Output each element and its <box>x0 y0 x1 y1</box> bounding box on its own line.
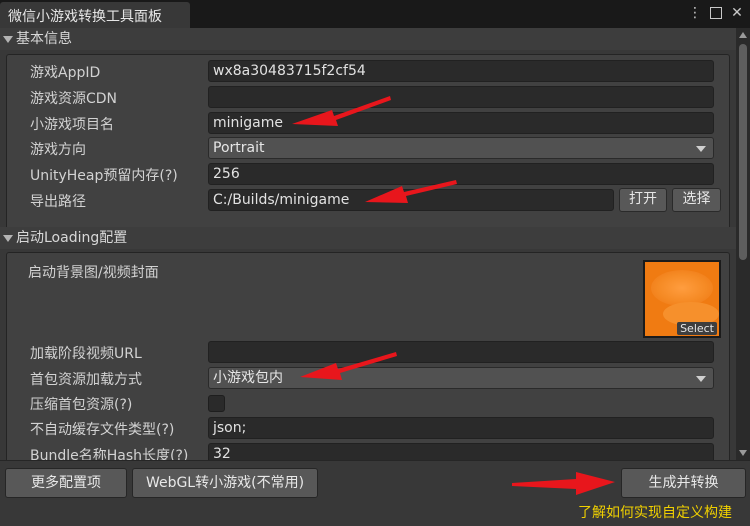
no-cache-row: 不自动缓存文件类型(?) json; <box>0 416 736 440</box>
bundle-hash-input[interactable]: 32 <box>208 443 714 460</box>
compress-checkbox[interactable] <box>208 395 225 412</box>
video-url-input[interactable] <box>208 341 714 363</box>
appid-input[interactable]: wx8a30483715f2cf54 <box>208 60 714 82</box>
dropdown-arrow-icon <box>696 376 706 382</box>
heap-label: UnityHeap预留内存(?) <box>30 168 178 184</box>
section-header-loading[interactable]: 启动Loading配置 <box>0 227 736 249</box>
cover-image-picker[interactable]: Select <box>643 260 721 338</box>
window-titlebar: 微信小游戏转换工具面板 ⋮ ✕ <box>0 0 750 28</box>
cover-label: 启动背景图/视频封面 <box>28 265 159 281</box>
foldout-expanded-icon[interactable] <box>3 36 13 43</box>
project-name-row: 小游戏项目名 minigame <box>0 111 736 135</box>
first-pkg-dropdown[interactable]: 小游戏包内 <box>208 367 714 389</box>
section-title: 基本信息 <box>16 31 72 47</box>
orientation-label: 游戏方向 <box>30 142 86 158</box>
first-pkg-value: 小游戏包内 <box>213 370 283 386</box>
build-convert-button[interactable]: 生成并转换 <box>621 468 746 498</box>
cover-image-preview <box>651 270 713 306</box>
section-header-basic[interactable]: 基本信息 <box>0 28 736 50</box>
export-path-label: 导出路径 <box>30 194 86 210</box>
cdn-row: 游戏资源CDN <box>0 85 736 109</box>
orientation-dropdown[interactable]: Portrait <box>208 137 714 159</box>
settings-panel[interactable]: 基本信息 游戏AppID wx8a30483715f2cf54 游戏资源CDN … <box>0 28 736 460</box>
cdn-input[interactable] <box>208 86 714 108</box>
project-name-input[interactable]: minigame <box>208 112 714 134</box>
open-folder-button[interactable]: 打开 <box>619 188 667 212</box>
heap-input[interactable]: 256 <box>208 163 714 185</box>
compress-row: 压缩首包资源(?) <box>0 391 736 415</box>
cover-select-label[interactable]: Select <box>677 322 717 335</box>
kebab-menu-icon[interactable]: ⋮ <box>688 5 702 21</box>
webgl-convert-button[interactable]: WebGL转小游戏(不常用) <box>132 468 318 498</box>
bundle-hash-row: Bundle名称Hash长度(?) 32 <box>0 442 736 460</box>
foldout-expanded-icon[interactable] <box>3 235 13 242</box>
first-pkg-label: 首包资源加载方式 <box>30 372 142 388</box>
window-tab[interactable]: 微信小游戏转换工具面板 <box>0 2 190 28</box>
no-cache-label: 不自动缓存文件类型(?) <box>30 422 175 438</box>
first-pkg-row: 首包资源加载方式 小游戏包内 <box>0 366 736 390</box>
compress-label: 压缩首包资源(?) <box>30 397 133 413</box>
cdn-label: 游戏资源CDN <box>30 91 118 107</box>
video-url-row: 加载阶段视频URL <box>0 340 736 364</box>
appid-label: 游戏AppID <box>30 65 101 81</box>
project-name-label: 小游戏项目名 <box>30 117 114 133</box>
export-path-row: 导出路径 C:/Builds/minigame 打开 选择 <box>0 188 736 212</box>
scrollbar-thumb[interactable] <box>739 44 747 260</box>
no-cache-input[interactable]: json; <box>208 417 714 439</box>
custom-build-link[interactable]: 了解如何实现自定义构建 <box>578 502 732 522</box>
dropdown-arrow-icon <box>696 146 706 152</box>
section-title: 启动Loading配置 <box>16 230 128 246</box>
appid-row: 游戏AppID wx8a30483715f2cf54 <box>0 59 736 83</box>
close-icon[interactable]: ✕ <box>730 5 744 21</box>
scroll-up-icon[interactable] <box>739 32 747 38</box>
choose-folder-button[interactable]: 选择 <box>672 188 721 212</box>
scroll-down-icon[interactable] <box>739 450 747 456</box>
more-config-button[interactable]: 更多配置项 <box>5 468 127 498</box>
maximize-icon[interactable] <box>710 7 722 19</box>
video-url-label: 加载阶段视频URL <box>30 346 142 362</box>
bundle-hash-label: Bundle名称Hash长度(?) <box>30 448 189 460</box>
heap-row: UnityHeap预留内存(?) 256 <box>0 162 736 186</box>
orientation-value: Portrait <box>213 140 265 156</box>
cover-row: 启动背景图/视频封面 <box>0 259 736 283</box>
export-path-input[interactable]: C:/Builds/minigame <box>208 189 614 211</box>
orientation-row: 游戏方向 Portrait <box>0 136 736 160</box>
vertical-scrollbar[interactable] <box>736 28 750 460</box>
